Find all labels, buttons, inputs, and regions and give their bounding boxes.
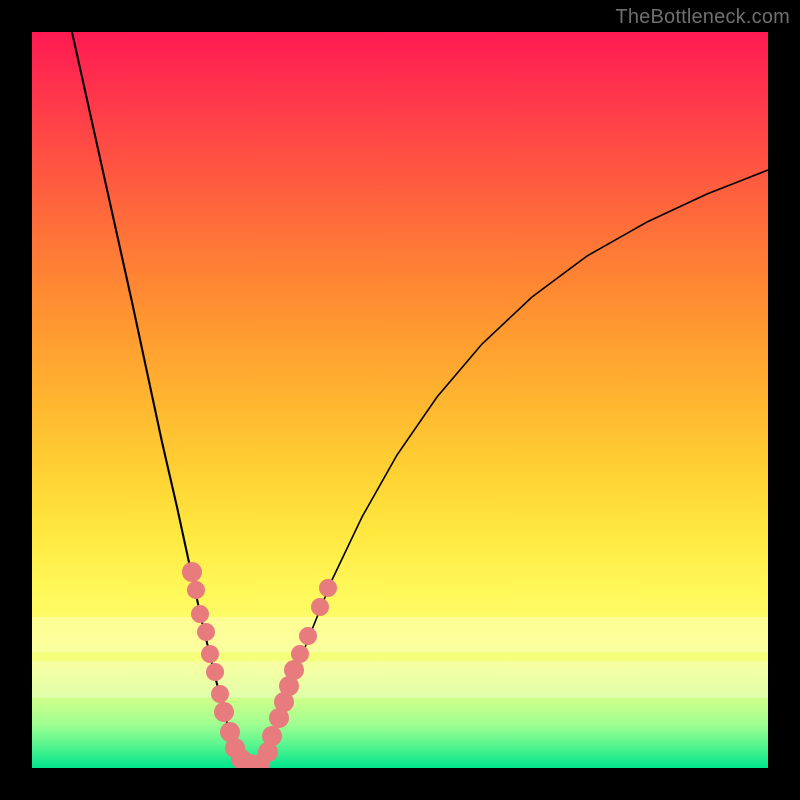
data-dot: [211, 685, 229, 703]
data-dot: [187, 581, 205, 599]
data-dot: [206, 663, 224, 681]
data-dot: [319, 579, 337, 597]
chart-frame: TheBottleneck.com: [0, 0, 800, 800]
data-dot: [182, 562, 202, 582]
data-dot: [201, 645, 219, 663]
data-dot: [262, 726, 282, 746]
watermark-text: TheBottleneck.com: [615, 6, 790, 29]
pale-band: [32, 617, 768, 652]
chart-svg: [32, 32, 768, 768]
data-dot: [291, 645, 309, 663]
plot-area: [32, 32, 768, 768]
pale-bands: [32, 617, 768, 698]
data-dot: [214, 702, 234, 722]
left-curve: [72, 32, 250, 768]
data-dot: [191, 605, 209, 623]
data-dot: [299, 627, 317, 645]
pale-band: [32, 661, 768, 698]
data-dot: [284, 660, 304, 680]
data-dot: [197, 623, 215, 641]
data-dot: [311, 598, 329, 616]
